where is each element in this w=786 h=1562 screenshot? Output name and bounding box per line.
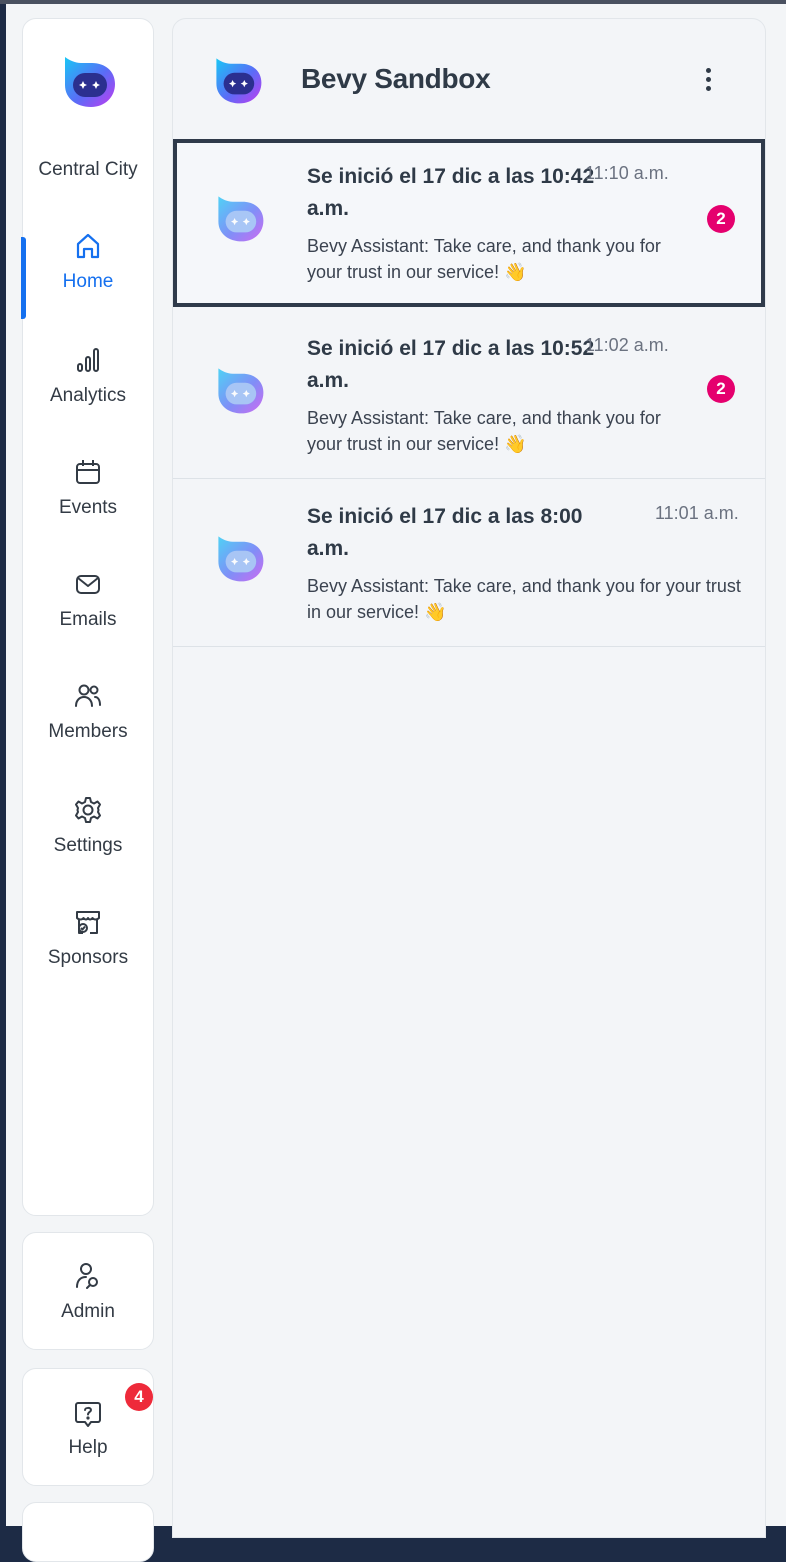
- conversation-preview: Bevy Assistant: Take care, and thank you…: [307, 408, 661, 454]
- calendar-icon: [76, 460, 100, 484]
- conversation-time: 11:10 a.m.: [585, 163, 669, 183]
- conversation-item[interactable]: Se inició el 17 dic a las 10:52 a.m. 11:…: [173, 311, 765, 479]
- sidebar-item-events[interactable]: Events: [23, 457, 153, 557]
- sidebar-item-settings[interactable]: Settings: [23, 795, 153, 895]
- bevy-logo-icon: [211, 53, 265, 107]
- sidebar-extra-card[interactable]: [22, 1502, 154, 1562]
- sidebar-item-label: Settings: [53, 835, 123, 856]
- sidebar: Central City Home Analytics Events Email…: [21, 18, 154, 1216]
- panel-title: Bevy Sandbox: [301, 63, 491, 94]
- conversation-item[interactable]: Se inició el 17 dic a las 10:42 a.m. 11:…: [173, 139, 765, 307]
- app-stage: Central City Home Analytics Events Email…: [6, 4, 786, 1562]
- community-name: Central City: [38, 159, 138, 180]
- sidebar-item-label: Analytics: [49, 385, 127, 406]
- conversations-panel: Bevy Sandbox Se inició el 17 dic a las 1…: [172, 18, 766, 1538]
- conversation-time: 11:02 a.m.: [585, 335, 669, 355]
- conversation-title: Se inició el 17 dic a las 8:00 a.m.: [307, 505, 583, 560]
- more-vertical-icon[interactable]: [693, 65, 723, 95]
- storefront-icon: [76, 911, 100, 934]
- help-label: Help: [68, 1437, 108, 1458]
- gear-icon: [75, 797, 101, 823]
- conversation-title: Se inició el 17 dic a las 10:52 a.m.: [307, 337, 595, 392]
- bevy-logo-icon[interactable]: [59, 51, 119, 111]
- users-icon: [75, 684, 101, 707]
- home-icon: [76, 233, 100, 259]
- unread-badge: 2: [707, 375, 735, 403]
- bar-chart-icon: [77, 348, 99, 372]
- conversation-item[interactable]: Se inició el 17 dic a las 8:00 a.m. 11:0…: [173, 479, 765, 647]
- bevy-assistant-avatar: [213, 363, 267, 417]
- panel-header: Bevy Sandbox: [173, 19, 765, 140]
- sidebar-item-label: Emails: [59, 609, 117, 630]
- admin-button[interactable]: Admin: [22, 1232, 154, 1350]
- sidebar-item-emails[interactable]: Emails: [23, 569, 153, 669]
- sidebar-item-sponsors[interactable]: Sponsors: [23, 907, 153, 1007]
- help-bubble-icon: [75, 1402, 101, 1427]
- conversation-time: 11:01 a.m.: [655, 503, 739, 523]
- conversation-preview: Bevy Assistant: Take care, and thank you…: [307, 576, 741, 622]
- bevy-assistant-avatar: [213, 191, 267, 245]
- sidebar-item-home[interactable]: Home: [23, 231, 153, 331]
- sidebar-item-analytics[interactable]: Analytics: [23, 345, 153, 445]
- help-notification-badge: 4: [125, 1383, 153, 1411]
- conversation-preview: Bevy Assistant: Take care, and thank you…: [307, 236, 661, 282]
- unread-badge: 2: [707, 205, 735, 233]
- conversation-title: Se inició el 17 dic a las 10:42 a.m.: [307, 165, 595, 220]
- sidebar-item-label: Sponsors: [47, 947, 129, 968]
- sidebar-item-members[interactable]: Members: [23, 681, 153, 781]
- mail-icon: [76, 575, 100, 594]
- sidebar-item-label: Members: [48, 721, 128, 742]
- user-key-icon: [76, 1263, 98, 1289]
- help-button[interactable]: 4 Help: [22, 1368, 154, 1486]
- sidebar-item-label: Events: [58, 497, 118, 518]
- admin-label: Admin: [61, 1301, 115, 1322]
- sidebar-item-label: Home: [62, 271, 114, 292]
- bevy-assistant-avatar: [213, 531, 267, 585]
